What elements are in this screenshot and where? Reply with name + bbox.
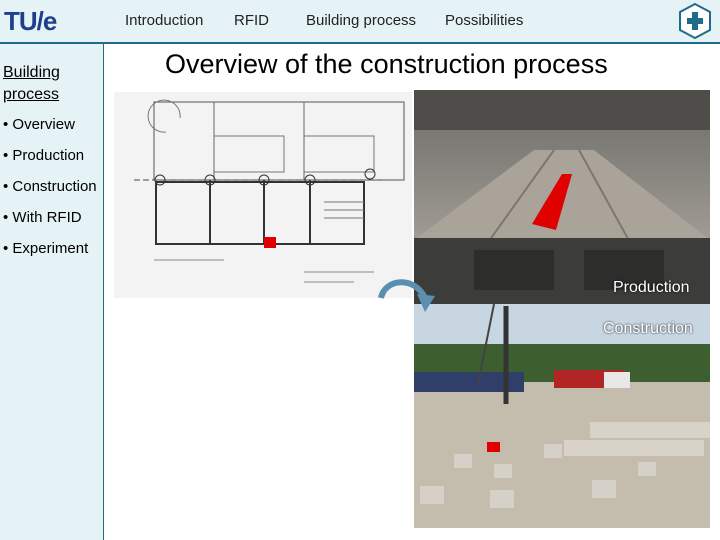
factory-production-photo bbox=[414, 90, 710, 304]
construction-marker bbox=[487, 442, 500, 452]
construction-label: Construction bbox=[603, 320, 693, 337]
sidebar-item-overview[interactable]: • Overview bbox=[3, 116, 75, 133]
sidebar-item-with-rfid[interactable]: • With RFID bbox=[3, 209, 82, 226]
nav-building-process[interactable]: Building process bbox=[306, 12, 416, 29]
sidebar-item-production[interactable]: • Production bbox=[3, 147, 84, 164]
sidebar-item-experiment[interactable]: • Experiment bbox=[3, 240, 88, 257]
top-bar: TU/e Introduction RFID Building process … bbox=[0, 0, 720, 44]
sidebar-item-construction[interactable]: • Construction bbox=[3, 178, 97, 195]
floor-plan-drawing bbox=[114, 92, 412, 298]
sidebar-title: Building process bbox=[3, 64, 60, 103]
page-title: Overview of the construction process bbox=[165, 49, 608, 79]
tue-logo: TU/e bbox=[4, 6, 57, 36]
tue-emblem-icon bbox=[679, 2, 711, 40]
nav-possibilities[interactable]: Possibilities bbox=[445, 12, 523, 29]
curved-arrow-icon bbox=[378, 279, 435, 312]
nav-introduction[interactable]: Introduction bbox=[125, 12, 203, 29]
production-label: Production bbox=[613, 279, 690, 296]
plan-marker bbox=[264, 237, 276, 248]
nav-rfid[interactable]: RFID bbox=[234, 12, 269, 29]
